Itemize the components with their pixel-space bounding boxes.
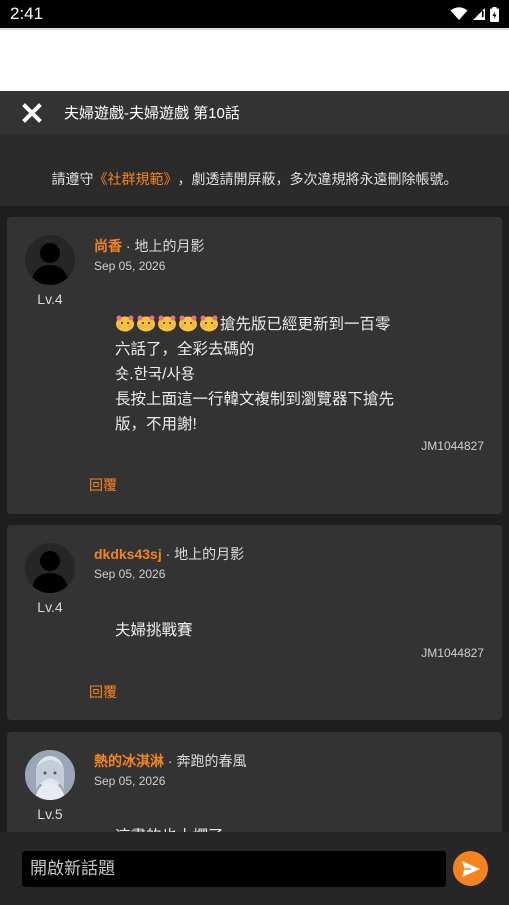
- user-title: · 奔跑的春風: [164, 753, 247, 769]
- comic-code: JM1044827: [421, 439, 484, 453]
- community-rules-link[interactable]: 《社群規範》: [94, 169, 178, 189]
- user-level: Lv.5: [37, 806, 63, 822]
- notice-suffix: ，劇透請開屏蔽，多次違規將永遠刪除帳號。: [177, 171, 458, 187]
- comment-header: 熱的冰淇淋 · 奔跑的春風: [94, 751, 246, 771]
- comment-feed[interactable]: Lv.4 尚香 · 地上的月影 Sep 05, 2026 搶先版已經更新到一百零…: [0, 206, 509, 832]
- default-avatar-icon: [31, 551, 69, 593]
- username[interactable]: 熱的冰淇淋: [94, 753, 164, 769]
- notice-prefix: 請遵守: [51, 171, 94, 187]
- wifi-icon: [450, 7, 468, 20]
- composer-bar: [0, 832, 509, 905]
- comment-body: 夫婦挑戰賽: [115, 618, 425, 643]
- username[interactable]: dkdks43sj: [94, 546, 162, 562]
- comment-line: 這畫的也太爛了: [115, 824, 425, 832]
- close-icon: [22, 102, 42, 123]
- status-time: 2:41: [10, 4, 44, 23]
- close-button[interactable]: [0, 91, 64, 134]
- status-bar: 2:41: [0, 0, 509, 28]
- comment-card: Lv.4 尚香 · 地上的月影 Sep 05, 2026 搶先版已經更新到一百零…: [7, 217, 502, 514]
- blushing-emoji-icon: [115, 314, 135, 332]
- comment-date: Sep 05, 2026: [94, 259, 166, 273]
- comment-line: 長按上面這一行韓文複制到瀏覽器下搶先: [115, 391, 395, 408]
- anime-avatar-image: [25, 750, 75, 800]
- status-icons: [450, 6, 499, 22]
- user-title: · 地上的月影: [122, 238, 205, 254]
- default-avatar-icon: [31, 243, 69, 285]
- comment-header: 尚香 · 地上的月影: [94, 236, 204, 256]
- comment-line: 六話了，全彩去碼的: [115, 341, 255, 358]
- comment-body: 這畫的也太爛了: [115, 824, 425, 832]
- user-level: Lv.4: [37, 599, 63, 615]
- avatar[interactable]: [25, 750, 75, 800]
- comment-body: 搶先版已經更新到一百零 六話了，全彩去碼的 숏.한국/사용 長按上面這一行韓文複…: [115, 312, 425, 437]
- blank-header-area: [0, 28, 509, 91]
- page-title: 夫婦遊戲-夫婦遊戲 第10話: [64, 105, 240, 122]
- reply-button[interactable]: 回覆: [89, 475, 117, 495]
- comment-line: 搶先版已經更新到一百零: [115, 312, 425, 337]
- avatar[interactable]: [25, 543, 75, 593]
- comic-code: JM1044827: [421, 646, 484, 660]
- blushing-emoji-icon: [157, 314, 177, 332]
- battery-icon: [490, 6, 499, 22]
- top-bar: 夫婦遊戲-夫婦遊戲 第10話: [0, 91, 509, 134]
- avatar[interactable]: [25, 235, 75, 285]
- user-title: · 地上的月影: [161, 546, 245, 562]
- user-level: Lv.4: [37, 291, 63, 307]
- comment-line: 夫婦挑戰賽: [115, 622, 193, 639]
- comment-date: Sep 05, 2026: [94, 774, 166, 788]
- blushing-emoji-icon: [199, 314, 219, 332]
- send-icon: [461, 860, 480, 877]
- comment-text: 搶先版已經更新到一百零: [220, 316, 391, 333]
- blushing-emoji-icon: [178, 314, 198, 332]
- signal-icon: [473, 8, 485, 20]
- emoji-group: [115, 314, 219, 332]
- new-topic-input[interactable]: [22, 851, 446, 887]
- comment-line: 숏.한국/사용: [115, 366, 195, 383]
- comment-card: Lv.4 dkdks43sj · 地上的月影 Sep 05, 2026 夫婦挑戰…: [7, 525, 502, 720]
- comment-header: dkdks43sj · 地上的月影: [94, 544, 244, 564]
- comment-line: 版，不用謝!: [115, 416, 197, 433]
- comment-card: Lv.5 熱的冰淇淋 · 奔跑的春風 Sep 05, 2026 這畫的也太爛了: [7, 732, 502, 832]
- comment-date: Sep 05, 2026: [94, 567, 166, 581]
- community-notice: 請遵守 《社群規範》 ，劇透請開屏蔽，多次違規將永遠刪除帳號。: [0, 134, 509, 206]
- blushing-emoji-icon: [136, 314, 156, 332]
- username[interactable]: 尚香: [94, 238, 122, 254]
- reply-button[interactable]: 回覆: [89, 682, 117, 702]
- send-button[interactable]: [453, 851, 488, 886]
